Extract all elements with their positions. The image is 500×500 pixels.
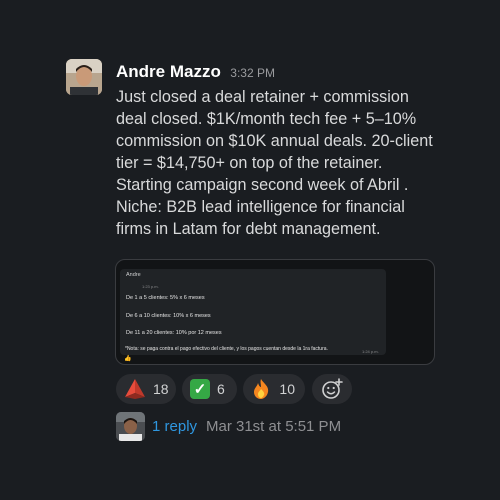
image-attachment[interactable]: Andre 1:23 p.m. De 1 a 5 clientes: 5% x … [115,259,435,365]
message-timestamp[interactable]: 3:32 PM [230,66,275,80]
reply-count-link[interactable]: 1 reply [152,418,197,435]
reaction-fire[interactable]: 10 [243,374,305,404]
quoted-author: Andre [126,272,141,278]
last-reply-time: Mar 31st at 5:51 PM [206,418,342,435]
add-reaction-button[interactable] [312,374,352,404]
reaction-red-triangle[interactable]: 18 [116,374,176,404]
quoted-chat-bubble: Andre 1:23 p.m. De 1 a 5 clientes: 5% x … [120,269,386,355]
message-text: Just closed a deal retainer + commission… [116,88,433,238]
quoted-line: De 1 a 5 clientes: 5% x 6 meses [126,295,205,301]
reaction-count: 6 [217,381,225,397]
message: Andre Mazzo 3:32 PM Just closed a deal r… [0,0,500,500]
quoted-note-time: 1:24 p.m. [362,349,379,354]
quoted-line: De 6 a 10 clientes: 10% x 6 meses [126,313,211,319]
avatar[interactable] [66,59,102,95]
quoted-note: *Nota: se paga contra el pago efectivo d… [125,346,328,352]
reaction-count: 18 [153,381,169,397]
author-name[interactable]: Andre Mazzo [116,62,221,81]
thumbs-up-icon: 👍 [124,356,132,362]
fire-icon [251,378,272,400]
check-mark-icon: ✓ [190,379,210,399]
quoted-time: 1:23 p.m. [142,284,159,289]
message-header: Andre Mazzo 3:32 PM [116,62,275,82]
reply-avatar[interactable] [116,412,145,441]
reaction-count: 10 [279,381,295,397]
reaction-check[interactable]: ✓ 6 [182,374,237,404]
quoted-line: De 11 a 20 clientes: 10% por 12 meses [126,330,222,336]
add-emoji-icon [321,378,343,400]
red-triangle-icon [124,378,146,400]
